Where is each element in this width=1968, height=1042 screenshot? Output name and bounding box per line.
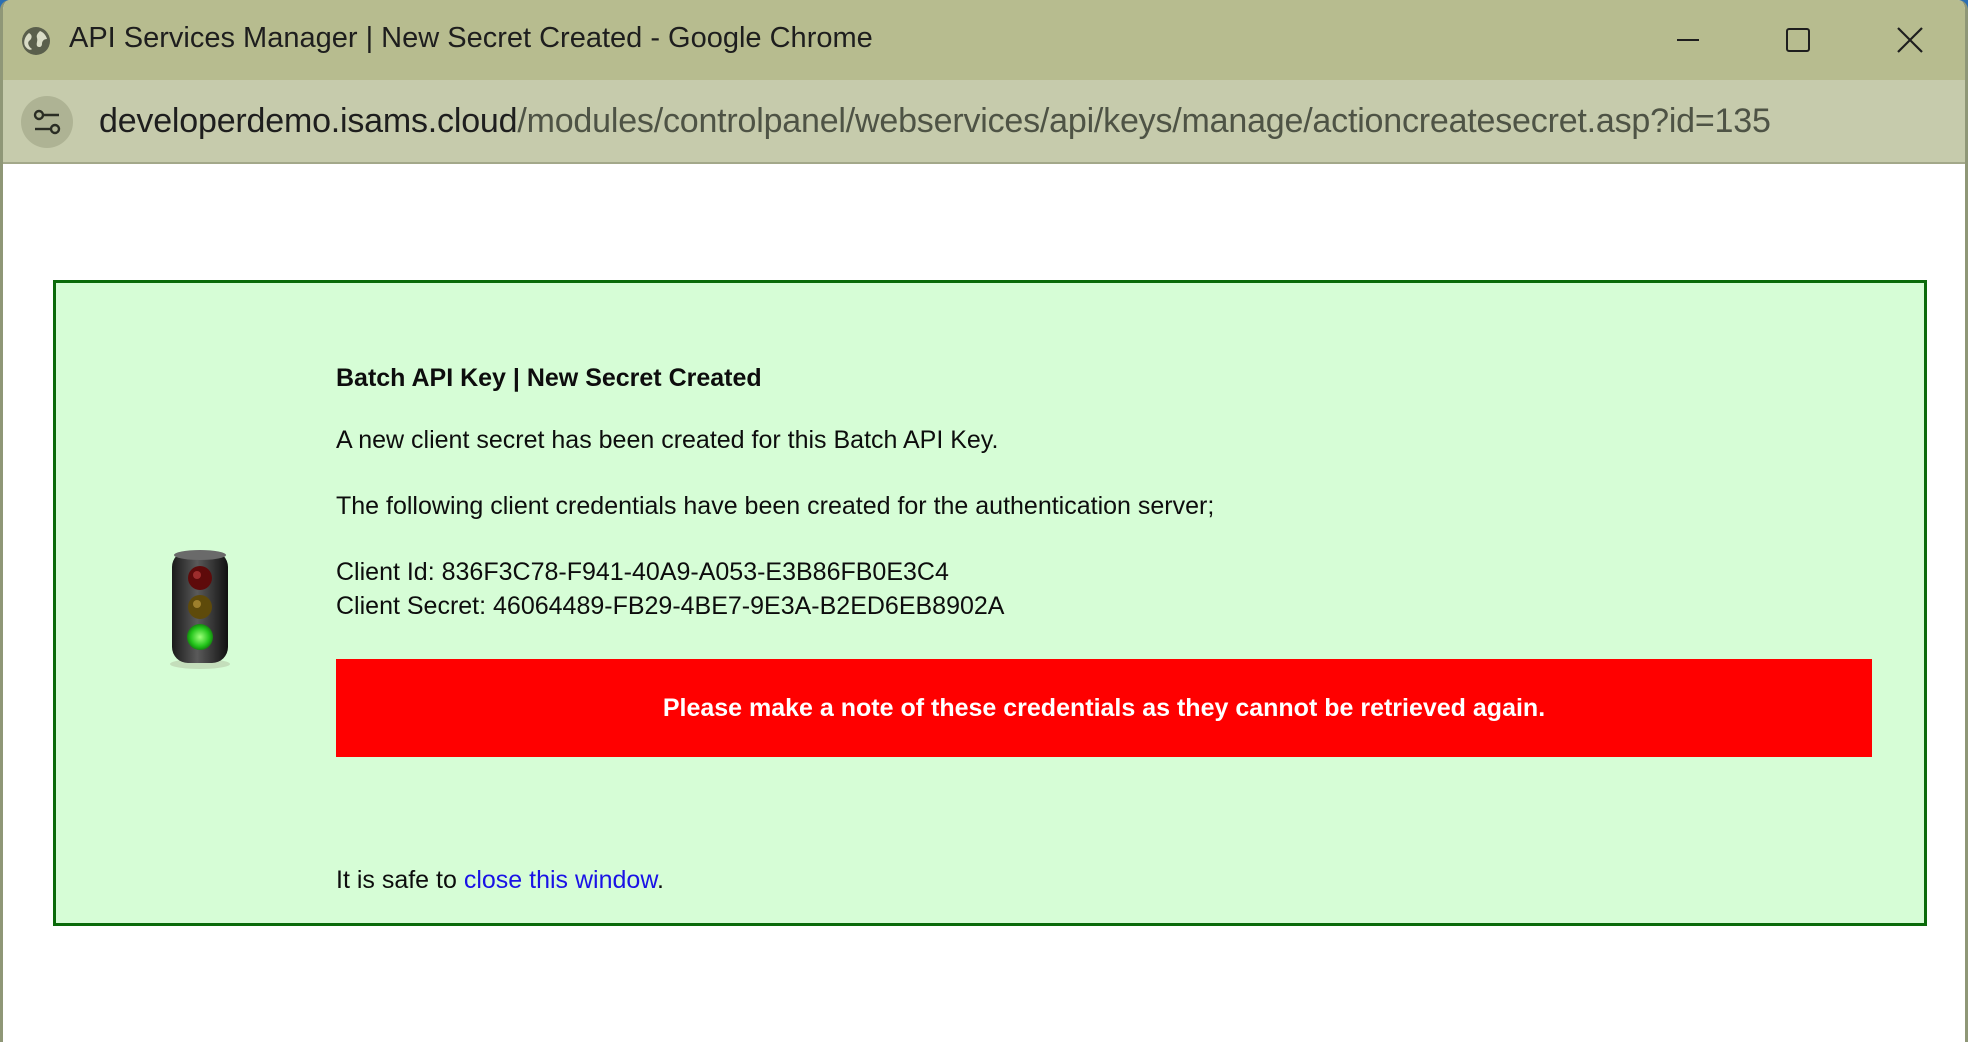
credentials-intro-text: The following client credentials have be… [336,492,1215,520]
secret-created-text: A new client secret has been created for… [336,426,999,454]
url-field[interactable]: developerdemo.isams.cloud/modules/contro… [99,102,1771,141]
client-id-value: 836F3C78-F941-40A9-A053-E3B86FB0E3C4 [441,558,949,586]
close-icon [1897,27,1923,53]
browser-window: API Services Manager | New Secret Create… [0,0,1968,1042]
warning-banner: Please make a note of these credentials … [336,659,1872,757]
client-id-line: Client Id: 836F3C78-F941-40A9-A053-E3B86… [336,555,949,589]
client-secret-line: Client Secret: 46064489-FB29-4BE7-9E3A-B… [336,589,1004,623]
client-secret-label: Client Secret: [336,592,487,620]
warning-text: Please make a note of these credentials … [662,693,1546,722]
site-settings-icon [33,109,61,135]
safe-suffix-text: . [657,866,664,894]
client-id-label: Client Id: [336,558,435,586]
traffic-light-icon [170,550,230,669]
url-host: developerdemo.isams.cloud [99,102,518,140]
success-message-panel: Batch API Key | New Secret Created A new… [53,280,1927,926]
close-button[interactable] [1855,0,1965,80]
globe-icon [22,27,50,55]
message-heading: Batch API Key | New Secret Created [336,364,762,392]
window-title: API Services Manager | New Secret Create… [69,22,873,54]
minimize-button[interactable] [1633,0,1743,80]
address-bar: developerdemo.isams.cloud/modules/contro… [3,80,1965,164]
message-content: Batch API Key | New Secret Created A new… [336,361,1874,894]
site-info-button[interactable] [21,96,73,148]
maximize-button[interactable] [1743,0,1853,80]
safe-prefix-text: It is safe to [336,866,457,894]
client-secret-value: 46064489-FB29-4BE7-9E3A-B2ED6EB8902A [493,592,1005,620]
minimize-icon [1677,39,1699,41]
close-instruction: It is safe to close this window. [336,863,664,897]
url-path: /modules/controlpanel/webservices/api/ke… [517,102,1771,140]
title-bar[interactable]: API Services Manager | New Secret Create… [3,0,1965,80]
maximize-icon [1786,28,1810,52]
close-window-link[interactable]: close this window [464,866,657,894]
